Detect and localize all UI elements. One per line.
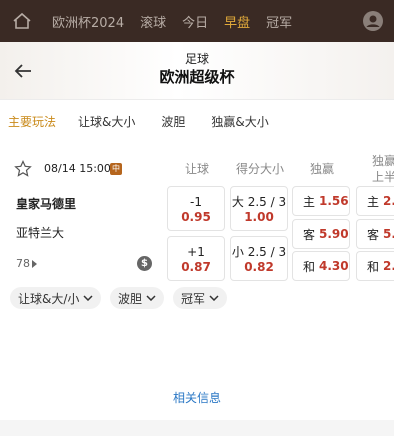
totals-under-line: 小 2.5 / 3 — [231, 245, 287, 259]
tab-today[interactable]: 今日 — [174, 0, 216, 42]
chevron-right-icon — [32, 260, 37, 268]
page-header: 足球 欧洲超级杯 — [0, 42, 394, 100]
pill-correct-score[interactable]: 波胆 — [110, 287, 165, 309]
tab-outright[interactable]: 冠军 — [258, 0, 300, 42]
user-avatar-icon[interactable] — [362, 10, 384, 32]
half-moneyline-away-label: 客 — [367, 227, 380, 242]
moneyline-home-cell[interactable]: 主 1.56 — [292, 186, 350, 216]
half-moneyline-away-cell[interactable]: 客 5.7 — [356, 219, 394, 249]
related-info-link[interactable]: 相关信息 — [0, 389, 394, 406]
subtab-handicap-totals[interactable]: 让球&大小 — [70, 113, 143, 130]
handicap-home-cell[interactable]: -1 0.95 — [167, 186, 225, 231]
bottom-bar — [0, 420, 394, 436]
pill-correct-score-label: 波胆 — [118, 291, 143, 306]
half-moneyline-away-odds: 5.7 — [383, 227, 394, 241]
subtab-moneyline-totals[interactable]: 独赢&大小 — [203, 113, 276, 130]
handicap-away-line: +1 — [187, 245, 205, 259]
totals-over-cell[interactable]: 大 2.5 / 3 1.00 — [230, 186, 288, 231]
moneyline-home-odds: 1.56 — [319, 194, 349, 208]
totals-over-line: 大 2.5 / 3 — [231, 195, 287, 209]
moneyline-draw-cell[interactable]: 和 4.30 — [292, 251, 350, 281]
pill-outright[interactable]: 冠军 — [173, 287, 228, 309]
cashout-icon[interactable]: $ — [137, 256, 152, 271]
moneyline-away-cell[interactable]: 客 5.90 — [292, 219, 350, 249]
sport-label: 足球 — [184, 52, 209, 66]
column-moneyline: 独赢 — [309, 162, 334, 176]
pill-outright-label: 冠军 — [181, 291, 206, 306]
subtab-main[interactable]: 主要玩法 — [0, 113, 64, 130]
neutral-venue-badge: 中 — [110, 163, 122, 175]
half-moneyline-home-label: 主 — [367, 194, 380, 209]
top-nav: 欧洲杯2024 滚球 今日 早盘 冠军 — [0, 0, 394, 42]
column-handicap: 让球 — [184, 162, 209, 176]
half-moneyline-draw-label: 和 — [367, 259, 380, 274]
moneyline-away-label: 客 — [303, 227, 316, 242]
handicap-away-cell[interactable]: +1 0.87 — [167, 236, 225, 281]
pill-handicap-totals[interactable]: 让球&大/小 — [10, 287, 102, 309]
away-team: 亚特兰大 — [16, 226, 65, 240]
chevron-down-icon — [209, 295, 219, 301]
totals-under-cell[interactable]: 小 2.5 / 3 0.82 — [230, 236, 288, 281]
match-datetime: 08/14 15:00 — [44, 162, 111, 175]
more-markets-count: 78 — [16, 257, 30, 270]
column-totals: 得分大小 — [235, 162, 284, 176]
handicap-home-odds: 0.95 — [181, 210, 211, 224]
totals-over-odds: 1.00 — [244, 210, 274, 224]
handicap-away-odds: 0.87 — [181, 260, 211, 274]
chevron-down-icon — [146, 295, 156, 301]
home-icon[interactable] — [0, 0, 44, 42]
more-markets-link[interactable]: 78 — [16, 257, 37, 270]
chevron-down-icon — [83, 295, 93, 301]
half-moneyline-home-cell[interactable]: 主 2.1 — [356, 186, 394, 216]
totals-under-odds: 0.82 — [244, 260, 274, 274]
moneyline-draw-odds: 4.30 — [319, 259, 349, 273]
half-moneyline-draw-cell[interactable]: 和 2.2 — [356, 251, 394, 281]
moneyline-draw-label: 和 — [303, 259, 316, 274]
pill-handicap-totals-label: 让球&大/小 — [18, 291, 80, 306]
tab-euro-2024[interactable]: 欧洲杯2024 — [44, 0, 132, 42]
subtab-correct-score[interactable]: 波胆 — [153, 113, 193, 130]
league-title: 欧洲超级杯 — [159, 68, 235, 86]
tab-live[interactable]: 滚球 — [132, 0, 174, 42]
half-moneyline-home-odds: 2.1 — [383, 194, 394, 208]
tab-early[interactable]: 早盘 — [216, 0, 258, 42]
favorite-star-icon[interactable] — [14, 160, 32, 178]
half-moneyline-draw-odds: 2.2 — [383, 259, 394, 273]
moneyline-away-odds: 5.90 — [319, 227, 349, 241]
market-tabs: 主要玩法 让球&大小 波胆 独赢&大小 — [0, 100, 394, 142]
handicap-home-line: -1 — [190, 195, 202, 209]
home-team: 皇家马德里 — [16, 197, 77, 211]
moneyline-home-label: 主 — [303, 194, 316, 209]
